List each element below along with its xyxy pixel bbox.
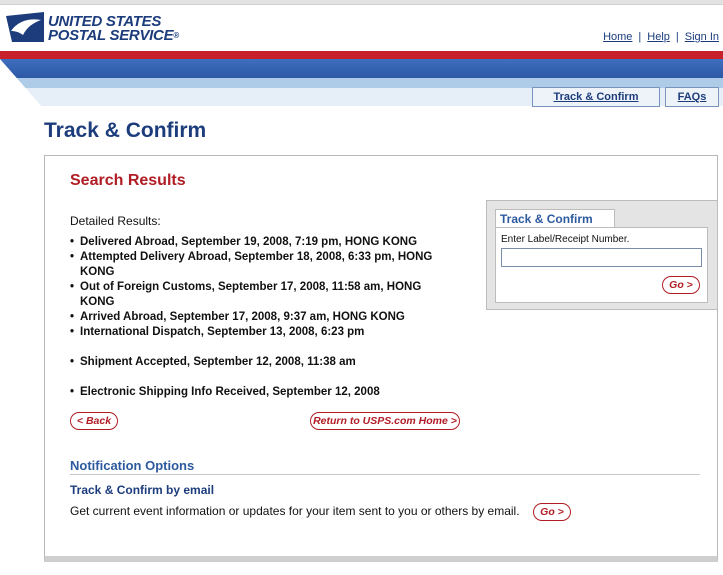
eagle-icon: [6, 12, 44, 42]
track-confirm-box: Track & Confirm Enter Label/Receipt Numb…: [486, 200, 718, 310]
divider: [70, 474, 700, 475]
page-title: Track & Confirm: [44, 119, 207, 142]
subnav-track-confirm[interactable]: Track & Confirm: [532, 87, 660, 107]
registered-mark: ®: [173, 31, 179, 40]
browser-top-strip: [0, 0, 723, 5]
results-panel: Search Results Detailed Results: Deliver…: [44, 155, 718, 562]
detailed-results-label: Detailed Results:: [70, 214, 161, 228]
track-go-button[interactable]: Go >: [662, 276, 700, 294]
top-links: Home | Help | Sign In: [603, 31, 719, 43]
link-separator: |: [638, 31, 642, 43]
receipt-number-label: Enter Label/Receipt Number.: [501, 234, 630, 245]
notification-options-title: Notification Options: [70, 458, 195, 473]
link-separator: |: [675, 31, 679, 43]
return-home-button[interactable]: Return to USPS.com Home >: [310, 412, 460, 430]
list-item: Arrived Abroad, September 17, 2008, 9:37…: [70, 310, 455, 325]
receipt-number-input[interactable]: [501, 248, 702, 267]
email-go-button[interactable]: Go >: [533, 503, 571, 521]
header-red-stripe: [0, 51, 723, 59]
header-blue-band: [0, 59, 723, 78]
search-results-title: Search Results: [70, 172, 186, 189]
tracking-events-list: Delivered Abroad, September 19, 2008, 7:…: [70, 235, 455, 400]
track-confirm-box-tab: Track & Confirm: [495, 209, 615, 228]
home-link[interactable]: Home: [603, 31, 632, 43]
back-button[interactable]: < Back: [70, 412, 118, 430]
help-link[interactable]: Help: [647, 31, 670, 43]
notification-description: Get current event information or updates…: [70, 504, 520, 518]
list-item: Attempted Delivery Abroad, September 18,…: [70, 250, 455, 280]
logo-line2: POSTAL SERVICE: [48, 27, 174, 44]
list-item: Delivered Abroad, September 19, 2008, 7:…: [70, 235, 455, 250]
list-item: Electronic Shipping Info Received, Septe…: [70, 385, 455, 400]
list-item: Shipment Accepted, September 12, 2008, 1…: [70, 355, 455, 370]
track-confirm-email-title: Track & Confirm by email: [70, 483, 215, 497]
sign-in-link[interactable]: Sign In: [685, 31, 719, 43]
subnav-faqs[interactable]: FAQs: [665, 87, 719, 107]
list-item: Out of Foreign Customs, September 17, 20…: [70, 280, 455, 310]
track-confirm-box-body: Enter Label/Receipt Number. Go >: [495, 227, 708, 303]
list-item: International Dispatch, September 13, 20…: [70, 325, 455, 340]
